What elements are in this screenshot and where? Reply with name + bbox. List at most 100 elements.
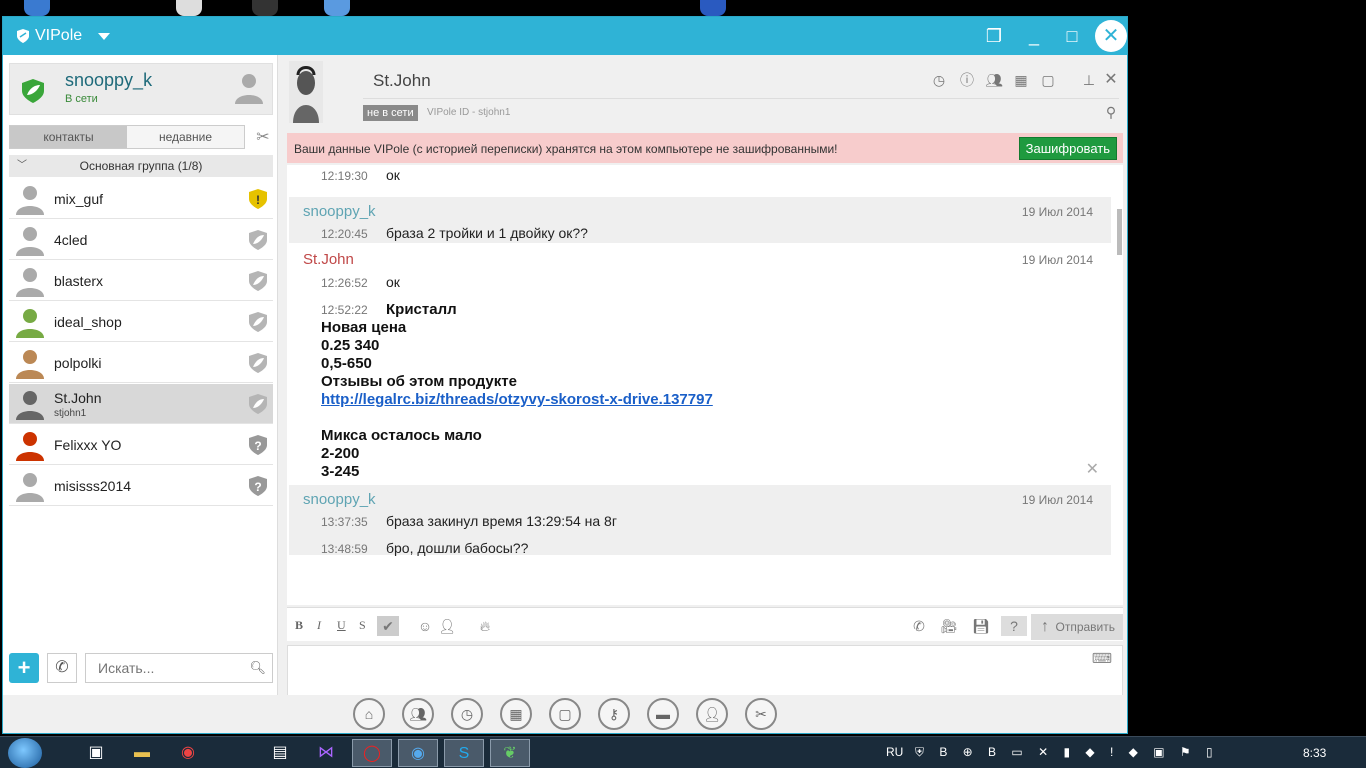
video-call-icon[interactable]: 🎥︎ — [939, 616, 959, 636]
warning-banner: Ваши данные VIPole (с историей переписки… — [287, 133, 1123, 163]
help-icon[interactable]: ? — [1001, 616, 1027, 636]
contact-avatar[interactable] — [289, 61, 323, 123]
contact-name: mix_guf — [54, 191, 104, 207]
calendar-icon[interactable]: ▦ — [1012, 71, 1030, 89]
folder-icon[interactable]: ▬ — [647, 698, 679, 730]
contact-item[interactable]: mix_guf! — [9, 179, 273, 219]
search-input[interactable] — [98, 654, 248, 682]
save-icon[interactable]: 💾︎ — [971, 616, 991, 636]
home-icon[interactable]: ⌂ — [353, 698, 385, 730]
taskbar-app-icon[interactable]: ⋈ — [306, 739, 346, 767]
leaf-shield-icon — [247, 229, 269, 251]
spellcheck-icon[interactable]: ✔ — [377, 616, 399, 636]
contact-item[interactable]: polpolki — [9, 343, 273, 383]
message-time: 13:37:35 — [321, 515, 368, 529]
taskbar-chrome-icon[interactable]: ◉ — [168, 739, 208, 767]
taskbar-app-icon[interactable]: ▣ — [76, 739, 116, 767]
desktop-icon[interactable] — [176, 0, 202, 16]
contact-avatar — [14, 183, 46, 215]
search-icon[interactable]: 🔍︎ — [249, 660, 266, 676]
tab-recent[interactable]: недавние — [127, 126, 244, 148]
settings-icon[interactable]: ✂ — [745, 698, 777, 730]
contact-share-icon[interactable]: 👤︎ — [437, 616, 457, 636]
language-indicator[interactable]: RU — [886, 745, 903, 759]
chevron-down-icon[interactable]: ﹀ — [17, 155, 27, 177]
minimize-icon[interactable]: _ — [1021, 23, 1047, 49]
encrypt-button[interactable]: Зашифровать — [1018, 137, 1117, 160]
info-icon[interactable]: ⓘ — [958, 71, 976, 89]
contact-avatar — [14, 306, 46, 338]
start-button[interactable] — [8, 738, 42, 768]
history-icon[interactable]: ◷ — [930, 71, 948, 89]
contact-avatar — [14, 429, 46, 461]
smiley-icon[interactable]: ☺ — [415, 616, 435, 636]
message-link[interactable]: http://legalrc.biz/threads/otzyvy-skoros… — [321, 391, 713, 408]
message-block: 12:19:30 ок — [289, 165, 1111, 195]
tools-icon[interactable]: ✂ — [253, 127, 273, 147]
secure-contacts-icon[interactable]: 👤︎ — [696, 698, 728, 730]
tray-icons[interactable]: ⛨ B ⊕ B ▭ ✕ ▮ ◆ ! ◆ ▣ ⚑ ▯ — [915, 745, 1219, 760]
message-text: ок — [386, 274, 400, 290]
contact-item[interactable]: misisss2014? — [9, 466, 273, 506]
desktop-icon[interactable] — [324, 0, 350, 16]
contact-avatar — [14, 347, 46, 379]
contact-item[interactable]: ideal_shop — [9, 302, 273, 342]
menu-dropdown-icon[interactable] — [98, 33, 110, 40]
taskbar-explorer-icon[interactable]: ▬ — [122, 739, 162, 767]
pin-icon[interactable]: ⊥ — [1080, 71, 1098, 89]
fire-icon[interactable]: 🔥︎ — [475, 616, 495, 636]
note-icon[interactable]: ▢ — [1039, 71, 1057, 89]
scrollbar[interactable] — [1117, 209, 1122, 255]
desktop-icon[interactable] — [700, 0, 726, 16]
contact-item[interactable]: Felixxx YO? — [9, 425, 273, 465]
header-divider — [363, 98, 1119, 99]
question-shield-icon: ? — [247, 475, 269, 497]
profile-status: В сети — [65, 93, 98, 105]
close-chat-icon[interactable]: ✕ — [1102, 71, 1120, 89]
message-sender: snooppy_k — [303, 491, 376, 508]
phone-button[interactable]: ✆ — [47, 653, 77, 683]
taskbar-app-icon[interactable]: ◉ — [398, 739, 438, 767]
contact-item[interactable]: 4cled — [9, 220, 273, 260]
send-button[interactable]: ↑ Отправить — [1031, 614, 1123, 640]
broom-icon[interactable]: ⚲ — [1102, 103, 1120, 121]
desktop-icon[interactable] — [252, 0, 278, 16]
strike-button[interactable]: S — [359, 618, 366, 633]
history-icon[interactable]: ◷ — [451, 698, 483, 730]
message-list: 12:19:30 ок snooppy_k 19 Июл 2014 12:20:… — [287, 165, 1123, 605]
underline-button[interactable]: U — [337, 618, 346, 633]
tab-contacts[interactable]: контакты — [10, 126, 127, 148]
message-line: 3-245 — [321, 463, 360, 480]
taskbar-vipole-icon[interactable]: ❦ — [490, 739, 530, 767]
italic-button[interactable]: I — [317, 618, 321, 633]
dismiss-icon[interactable]: ✕ — [1086, 459, 1099, 479]
profile-name: snooppy_k — [65, 70, 153, 90]
group-header[interactable]: ﹀ Основная группа (1/8) — [9, 155, 273, 177]
profile-card[interactable]: snooppy_k В сети — [9, 63, 273, 115]
contacts-share-icon[interactable]: 👥︎ — [985, 71, 1003, 89]
add-contact-icon[interactable]: 👥︎ — [402, 698, 434, 730]
taskbar-app-icon[interactable]: ▤ — [260, 739, 300, 767]
note-icon[interactable]: ▢ — [549, 698, 581, 730]
leaf-shield-icon — [22, 79, 44, 103]
bold-button[interactable]: B — [295, 618, 303, 633]
taskbar-skype-icon[interactable]: S — [444, 739, 484, 767]
desktop-icon[interactable] — [24, 0, 50, 16]
taskbar-opera-icon[interactable]: ◯ — [352, 739, 392, 767]
key-icon[interactable]: ⚷ — [598, 698, 630, 730]
calendar-icon[interactable]: ▦ — [500, 698, 532, 730]
message-time: 13:48:59 — [321, 542, 368, 556]
windows-taskbar: ▣ ▬ ◉ ▤ ⋈ ◯ ◉ S ❦ RU ⛨ B ⊕ B ▭ ✕ ▮ ◆ ! ◆… — [0, 736, 1366, 768]
avatar[interactable] — [232, 70, 266, 104]
contact-avatar — [14, 388, 46, 420]
chat-panel: St.John не в сети VIPole ID - stjohn1 ◷ … — [287, 55, 1123, 729]
call-icon[interactable]: ✆ — [909, 616, 929, 636]
contact-tabs: контакты недавние — [9, 125, 245, 149]
contact-item[interactable]: St.John stjohn1 — [9, 384, 273, 424]
close-icon[interactable]: ✕ — [1095, 20, 1127, 52]
keyboard-icon[interactable]: ⌨ — [1092, 650, 1112, 667]
restore-icon[interactable]: ❐ — [981, 23, 1007, 49]
maximize-icon[interactable]: □ — [1059, 23, 1085, 49]
contact-item[interactable]: blasterx — [9, 261, 273, 301]
add-contact-button[interactable]: + — [9, 653, 39, 683]
